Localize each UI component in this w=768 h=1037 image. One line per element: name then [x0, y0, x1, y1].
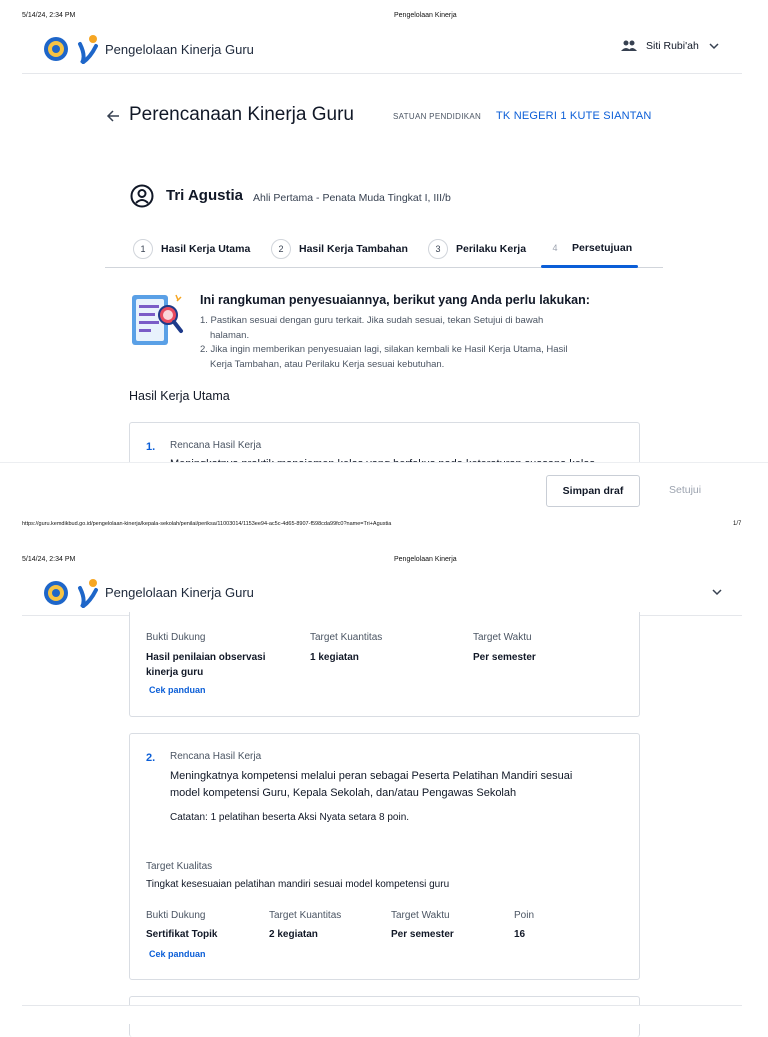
tut-wuri-logo-icon — [44, 37, 68, 61]
card-index: 1. — [146, 441, 156, 453]
page-bottom-edge — [22, 1005, 742, 1006]
active-tab-indicator — [541, 265, 638, 268]
step-label: Hasil Kerja Utama — [161, 243, 251, 255]
print-datetime: 5/14/24, 2:34 PM — [22, 12, 76, 19]
card-text: Meningkatnya kompetensi melalui peran se… — [170, 768, 572, 802]
tab-hasil-kerja-tambahan[interactable]: 2 Hasil Kerja Tambahan — [271, 239, 408, 259]
info-list: 1. Pastikan sesuai dengan guru terkait. … — [200, 314, 568, 372]
target-waktu-value: Per semester — [473, 652, 536, 663]
target-waktu-label: Target Waktu — [391, 910, 450, 921]
unit-value: TK NEGERI 1 KUTE SIANTAN — [496, 110, 652, 122]
approve-button[interactable]: Setujui — [669, 484, 701, 496]
print-url: https://guru.kemdikbud.go.id/pengelolaan… — [22, 521, 392, 527]
section-title: Hasil Kerja Utama — [129, 389, 230, 403]
user-menu[interactable]: Siti Rubi'ah — [620, 40, 719, 52]
step-label: Hasil Kerja Tambahan — [299, 243, 408, 255]
page-title: Perencanaan Kinerja Guru — [129, 104, 354, 125]
tab-hasil-kerja-utama[interactable]: 1 Hasil Kerja Utama — [133, 239, 250, 259]
card-note: Catatan: 1 pelatihan beserta Aksi Nyata … — [170, 812, 410, 823]
card-index: 2. — [146, 752, 156, 764]
bukti-dukung-value: Sertifikat Topik — [146, 929, 218, 940]
target-waktu-label: Target Waktu — [473, 632, 532, 643]
teacher-rank: Ahli Pertama - Penata Muda Tingkat I, II… — [253, 192, 451, 204]
teacher-name: Tri Agustia — [166, 187, 243, 204]
tab-perilaku-kerja[interactable]: 3 Perilaku Kerja — [428, 239, 526, 259]
app-header: Pengelolaan Kinerja Guru Siti Rubi'ah — [0, 28, 768, 74]
page-bottom-mask — [22, 1005, 742, 1024]
user-name: Siti Rubi'ah — [646, 40, 699, 52]
work-plan-card-1-continued: Bukti Dukung Hasil penilaian observasi k… — [129, 612, 640, 717]
step-label: Perilaku Kerja — [456, 243, 527, 255]
tut-wuri-logo-icon — [44, 581, 68, 605]
guru-logo-icon — [78, 579, 98, 608]
info-item-1-line-1: 1. Pastikan sesuai dengan guru terkait. … — [200, 315, 544, 326]
card-label: Rencana Hasil Kerja — [170, 751, 262, 762]
target-kuantitas-value: 2 kegiatan — [269, 929, 318, 940]
action-bar: Simpan draf Setujui — [0, 462, 768, 523]
card-label: Rencana Hasil Kerja — [170, 440, 262, 451]
target-kuantitas-label: Target Kuantitas — [269, 910, 342, 921]
back-arrow-icon[interactable] — [106, 109, 120, 123]
app-title: Pengelolaan Kinerja Guru — [105, 585, 254, 600]
chevron-down-icon — [709, 43, 719, 50]
cek-panduan-link[interactable]: Cek panduan — [149, 685, 206, 695]
info-item-2-line-1: 2. Jika ingin memberikan penyesuaian lag… — [200, 344, 568, 355]
print-datetime-2: 5/14/24, 2:34 PM — [22, 556, 76, 563]
save-draft-button[interactable]: Simpan draf — [546, 475, 640, 507]
bukti-dukung-line-1: Hasil penilaian observasi — [146, 652, 266, 663]
print-doc-title: Pengelolaan Kinerja — [394, 12, 457, 19]
bukti-dukung-label: Bukti Dukung — [146, 632, 206, 643]
tab-persetujuan[interactable]: 4 Persetujuan — [546, 239, 632, 257]
target-kuantitas-label: Target Kuantitas — [310, 632, 383, 643]
target-kuantitas-value: 1 kegiatan — [310, 652, 359, 663]
target-waktu-value: Per semester — [391, 929, 454, 940]
info-item-2-line-2: Kerja Tambahan, atau Perilaku Kerja sesu… — [210, 358, 445, 370]
step-number: 1 — [133, 239, 153, 259]
info-title: Ini rangkuman penyesuaiannya, berikut ya… — [200, 293, 590, 307]
cek-panduan-link[interactable]: Cek panduan — [149, 949, 206, 959]
card-text-line-1: Meningkatnya kompetensi melalui peran se… — [170, 770, 573, 782]
card-text-line-2: model kompetensi Guru, Kepala Sekolah, d… — [170, 787, 517, 799]
chevron-down-icon[interactable] — [712, 588, 722, 596]
document-magnifier-icon — [132, 294, 183, 345]
guru-logo-icon — [78, 35, 98, 64]
print-page-number: 1/7 — [733, 521, 742, 527]
target-kualitas-label: Target Kualitas — [146, 861, 213, 872]
step-number: 2 — [271, 239, 291, 259]
step-label: Persetujuan — [572, 242, 633, 254]
poin-label: Poin — [514, 910, 535, 921]
print-doc-title-2: Pengelolaan Kinerja — [394, 556, 457, 563]
info-item-1-line-2: halaman. — [210, 329, 250, 341]
app-header-2: Pengelolaan Kinerja Guru — [0, 572, 768, 616]
poin-value: 16 — [514, 929, 526, 940]
bukti-dukung-line-2: kinerja guru — [146, 667, 204, 678]
header-divider — [22, 73, 742, 74]
bukti-dukung-label: Bukti Dukung — [146, 910, 206, 921]
step-number: 3 — [428, 239, 448, 259]
app-title: Pengelolaan Kinerja Guru — [105, 42, 254, 57]
work-plan-card-2: 2. Rencana Hasil Kerja Meningkatnya komp… — [129, 733, 640, 980]
target-kualitas-value: Tingkat kesesuaian pelatihan mandiri ses… — [146, 879, 450, 890]
people-icon — [621, 40, 637, 51]
user-profile-icon — [130, 184, 154, 208]
unit-label: SATUAN PENDIDIKAN — [393, 112, 482, 121]
step-number: 4 — [546, 239, 564, 257]
